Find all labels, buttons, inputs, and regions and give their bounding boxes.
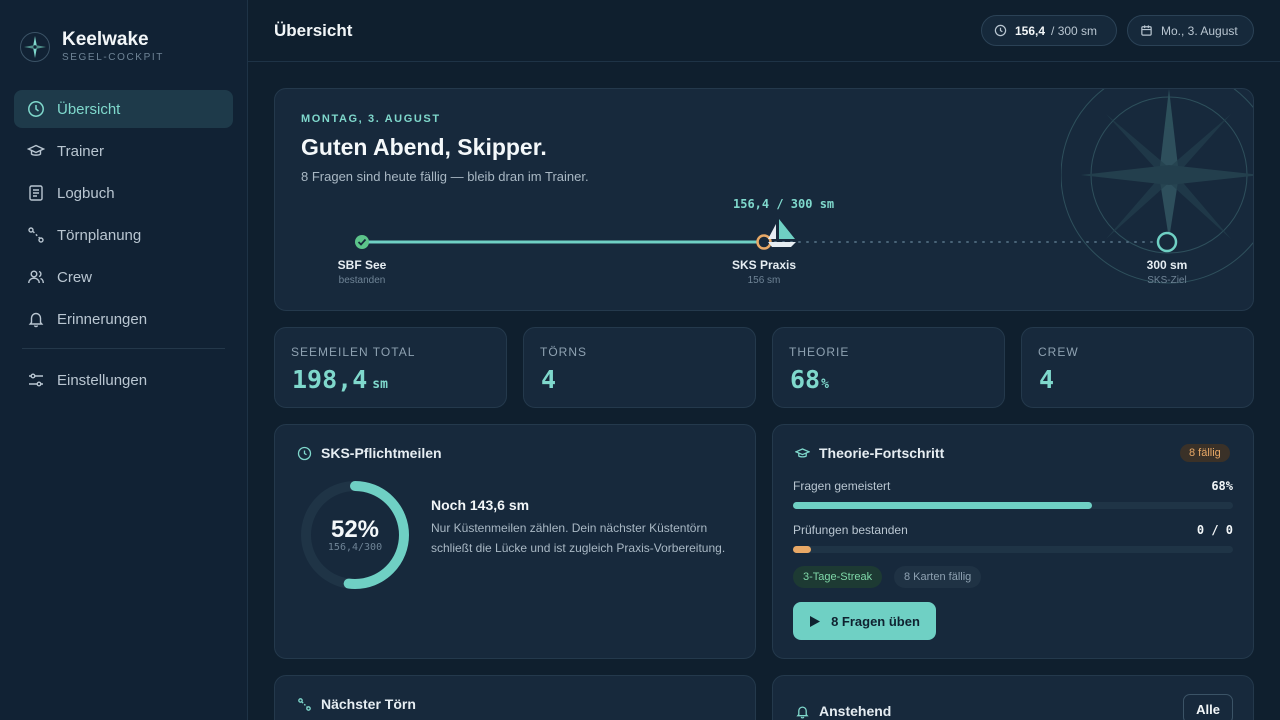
sidebar-nav: Übersicht Trainer Logbuch Törnplanung Cr… [14, 90, 233, 403]
stat-value: 4 [1039, 365, 1055, 394]
users-icon [28, 270, 44, 284]
sidebar-item-label: Erinnerungen [57, 310, 148, 328]
stat-label: TÖRNS [540, 345, 587, 359]
route-progress-label: 156,4 / 300 sm [733, 197, 835, 211]
stat-value: 198,4 sm [292, 365, 388, 394]
sks-panel: SKS-Pflichtmeilen 52% 156,4/300 Noch 143… [274, 424, 756, 659]
stop-sub: bestanden [338, 275, 386, 286]
stop-name: 300 sm [1146, 258, 1188, 272]
calendar-icon [1141, 25, 1152, 36]
next-trip-panel: Nächster Törn [274, 675, 756, 720]
date-label: Mo., 3. August [1161, 23, 1238, 38]
mastered-progress-bar [793, 502, 1233, 509]
stop-sub: SKS-Ziel [1147, 275, 1187, 286]
compass-icon [297, 446, 312, 460]
stop-sub: 156 sm [747, 275, 781, 286]
compass-star-logo-icon [20, 31, 50, 62]
route-icon [298, 697, 311, 711]
sidebar-item-einstellungen[interactable]: Einstellungen [14, 361, 233, 399]
next-trip-title: Nächster Törn [297, 696, 416, 712]
compass-icon [28, 101, 44, 117]
bell-icon [28, 312, 44, 328]
hero-greeting: Guten Abend, Skipper. [301, 134, 547, 160]
sailboat-icon [768, 219, 796, 247]
clock-icon [994, 24, 1007, 37]
exams-progress-bar [793, 546, 1233, 553]
app-subtitle: SEGEL-COCKPIT [62, 52, 164, 63]
theory-row-label: Fragen gemeistert [793, 479, 891, 493]
stop-goal-marker [1156, 231, 1178, 253]
hero-subtitle: 8 Fragen sind heute fällig — bleib dran … [301, 169, 589, 184]
stat-card-crew: CREW 4 [1021, 327, 1254, 408]
upcoming-title: Anstehend [795, 703, 891, 719]
theory-panel-title: Theorie-Fortschritt [795, 445, 944, 461]
sidebar-item-label: Trainer [57, 142, 104, 160]
sliders-icon [29, 373, 43, 387]
sidebar-item-trainer[interactable]: Trainer [14, 132, 233, 170]
sidebar-item-crew[interactable]: Crew [14, 258, 233, 296]
stat-label: SEEMEILEN TOTAL [291, 345, 416, 359]
book-icon [29, 185, 43, 201]
bell-icon [796, 705, 809, 719]
stat-label: CREW [1038, 345, 1079, 359]
stat-value: 4 [541, 365, 557, 394]
sidebar-item-toernplanung[interactable]: Törnplanung [14, 216, 233, 254]
sidebar-divider [22, 348, 225, 349]
route-icon [28, 227, 44, 243]
sidebar: Keelwake SEGEL-COCKPIT Übersicht Trainer… [0, 0, 248, 720]
stat-card-toerns: TÖRNS 4 [523, 327, 756, 408]
streak-chip: 3-Tage-Streak [793, 566, 883, 588]
sks-headline: Noch 143,6 sm [431, 497, 530, 513]
sidebar-item-label: Crew [57, 268, 93, 286]
sidebar-item-label: Übersicht [57, 100, 121, 118]
all-upcoming-button[interactable]: Alle [1183, 694, 1233, 720]
route-track [355, 219, 1178, 253]
sidebar-item-uebersicht[interactable]: Übersicht [14, 90, 233, 128]
theory-due-badge: 8 fällig [1180, 444, 1230, 462]
stat-card-theorie: THEORIE 68% [772, 327, 1005, 408]
hero-card: MONTAG, 3. AUGUST Guten Abend, Skipper. … [274, 88, 1254, 311]
stop-name: SBF See [337, 258, 387, 272]
page-title: Übersicht [274, 21, 353, 40]
graduation-cap-icon [795, 447, 810, 458]
stat-label: THEORIE [789, 345, 850, 359]
mastered-progress-fill [793, 502, 1093, 509]
sks-text: Nur Küstenmeilen zählen. Dein nächster K… [431, 521, 726, 555]
practice-questions-button[interactable]: 8 Fragen üben [793, 602, 936, 640]
hero-date: MONTAG, 3. AUGUST [301, 113, 441, 125]
cards-due-chip: 8 Karten fällig [894, 566, 982, 588]
date-pill[interactable]: Mo., 3. August [1127, 15, 1254, 46]
graduation-cap-icon [27, 144, 45, 156]
theory-row-value: 68% [1211, 479, 1233, 493]
theory-row-value: 0 / 0 [1196, 523, 1233, 537]
theory-row-label: Prüfungen bestanden [793, 523, 908, 537]
stat-card-seemeilen: SEEMEILEN TOTAL 198,4 sm [274, 327, 507, 408]
sks-percent: 52% [330, 516, 380, 543]
brand[interactable]: Keelwake SEGEL-COCKPIT [20, 30, 164, 63]
sks-panel-title: SKS-Pflichtmeilen [297, 445, 442, 461]
stop-sbf-marker [355, 235, 369, 249]
miles-total: / 300 sm [1051, 23, 1098, 38]
stop-name: SKS Praxis [731, 258, 797, 272]
miles-value: 156,4 [1015, 23, 1046, 38]
sidebar-item-erinnerungen[interactable]: Erinnerungen [14, 300, 233, 338]
sidebar-item-logbuch[interactable]: Logbuch [14, 174, 233, 212]
sidebar-item-label: Einstellungen [57, 371, 148, 389]
sidebar-item-label: Törnplanung [57, 226, 142, 244]
exams-progress-fill [793, 546, 811, 553]
miles-pill[interactable]: 156,4 / 300 sm [981, 15, 1117, 46]
app-name: Keelwake [62, 29, 149, 50]
stat-value: 68% [790, 365, 829, 394]
play-icon [810, 615, 821, 627]
upcoming-panel: Anstehend Alle [772, 675, 1254, 720]
sidebar-item-label: Logbuch [57, 184, 115, 202]
sks-sub-label: 156,4/300 [327, 542, 383, 553]
topbar: Übersicht 156,4 / 300 sm Mo., 3. August [248, 0, 1280, 62]
